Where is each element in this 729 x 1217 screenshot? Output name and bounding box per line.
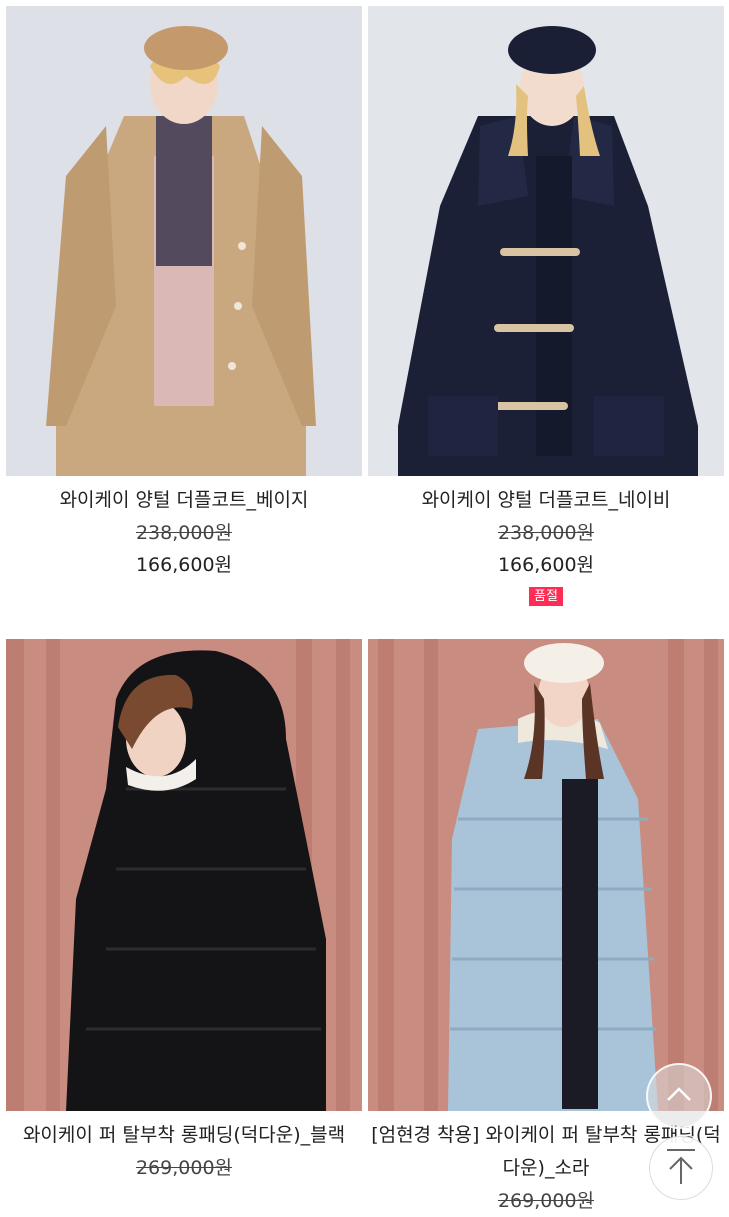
scroll-up-button[interactable] bbox=[646, 1063, 712, 1129]
product-photo-beige-coat bbox=[6, 6, 362, 476]
product-name-1[interactable]: 와이케이 양털 더플코트_베이지 bbox=[6, 484, 362, 517]
product-sale-price-2: 166,600원 bbox=[497, 554, 595, 576]
scroll-to-top-button[interactable] bbox=[649, 1136, 713, 1200]
chevron-up-icon bbox=[665, 1085, 693, 1107]
sold-out-badge: 품절 bbox=[529, 587, 563, 606]
product-original-price-2: 238,000원 bbox=[497, 522, 595, 544]
product-image-3[interactable] bbox=[6, 639, 362, 1111]
product-photo-black-padding bbox=[6, 639, 362, 1111]
product-original-price-3: 269,000원 bbox=[135, 1157, 233, 1179]
product-image-4[interactable] bbox=[368, 639, 724, 1111]
product-sale-price-1: 166,600원 bbox=[135, 554, 233, 576]
product-photo-skyblue-padding bbox=[368, 639, 724, 1111]
product-image-1[interactable] bbox=[6, 6, 362, 476]
product-card-2[interactable]: 와이케이 양털 더플코트_네이비 238,000원 166,600원 품절 bbox=[368, 6, 724, 606]
product-card-3[interactable]: 와이케이 퍼 탈부착 롱패딩(덕다운)_블랙 269,000원 bbox=[6, 639, 362, 1200]
product-image-2[interactable] bbox=[368, 6, 724, 476]
product-name-3[interactable]: 와이케이 퍼 탈부착 롱패딩(덕다운)_블랙 bbox=[6, 1119, 362, 1152]
product-photo-navy-coat bbox=[368, 6, 724, 476]
arrow-up-to-top-icon bbox=[664, 1146, 698, 1190]
product-card-1[interactable]: 와이케이 양털 더플코트_베이지 238,000원 166,600원 bbox=[6, 6, 362, 606]
product-original-price-1: 238,000원 bbox=[135, 522, 233, 544]
product-name-2[interactable]: 와이케이 양털 더플코트_네이비 bbox=[368, 484, 724, 517]
